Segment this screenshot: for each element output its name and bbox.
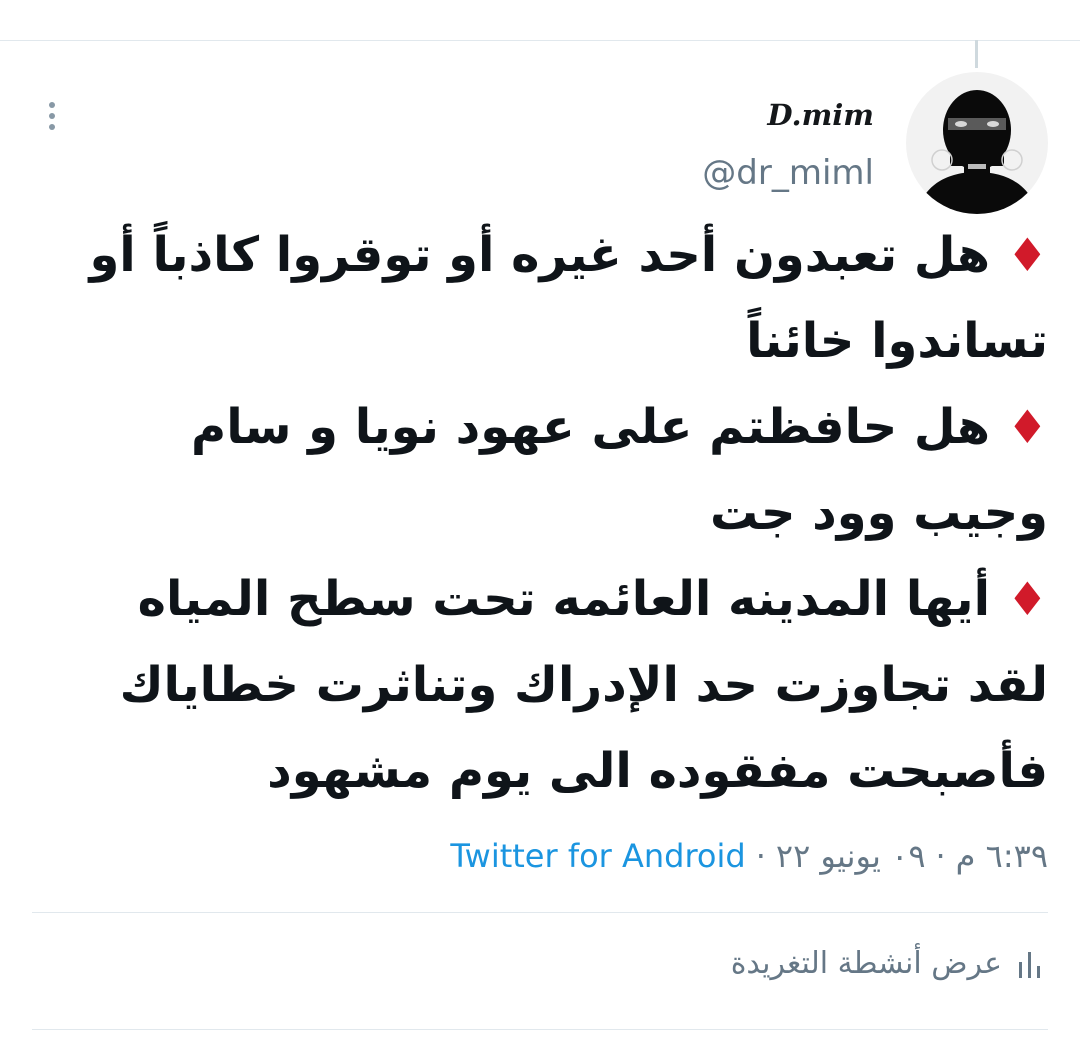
tweet-paragraph: ♦ هل حافظتم على عهود نويا و سام وجيب وود… xyxy=(58,384,1048,556)
divider xyxy=(32,1029,1048,1030)
bar-chart-icon xyxy=(1019,951,1040,978)
tweet-paragraph: ♦ هل تعبدون أحد غيره أو توقروا كاذباً أو… xyxy=(58,212,1048,384)
diamond-icon: ♦ xyxy=(1006,572,1048,626)
separator: · xyxy=(935,837,946,875)
tweet-paragraph: ♦ أيها المدينه العائمه تحت سطح المياه لق… xyxy=(58,556,1048,814)
user-handle[interactable]: @dr_miml xyxy=(702,153,874,193)
thread-connector-line xyxy=(975,40,978,68)
tweet-paragraph-text: هل حافظتم على عهود نويا و سام وجيب وود ج… xyxy=(191,399,1048,541)
view-tweet-activity-label: عرض أنشطة التغريدة xyxy=(730,946,1002,981)
more-options-button[interactable] xyxy=(36,96,68,136)
diamond-icon: ♦ xyxy=(1006,400,1048,454)
avatar-photo xyxy=(906,72,1048,214)
tweet-paragraph-text: أيها المدينه العائمه تحت سطح المياه لقد … xyxy=(119,571,1048,799)
top-divider xyxy=(0,40,1080,41)
diamond-icon: ♦ xyxy=(1006,228,1048,282)
view-tweet-activity-button[interactable]: عرض أنشطة التغريدة xyxy=(731,946,1044,981)
tweet-time[interactable]: ٦:٣٩ م xyxy=(956,837,1048,875)
separator: · xyxy=(755,837,766,875)
divider xyxy=(32,912,1048,913)
avatar[interactable] xyxy=(906,72,1048,214)
tweet-date[interactable]: ٠٩ يونيو ٢٢ xyxy=(776,837,926,875)
source-link[interactable]: Twitter for Android xyxy=(450,837,745,875)
tweet-metadata: ٦:٣٩ م·٠٩ يونيو ٢٢·Twitter for Android xyxy=(450,832,1048,880)
tweet-text: ♦ هل تعبدون أحد غيره أو توقروا كاذباً أو… xyxy=(58,212,1048,814)
display-name[interactable]: D.mim xyxy=(767,98,874,132)
more-vertical-icon xyxy=(49,102,55,108)
tweet-paragraph-text: هل تعبدون أحد غيره أو توقروا كاذباً أو ت… xyxy=(89,227,1048,369)
